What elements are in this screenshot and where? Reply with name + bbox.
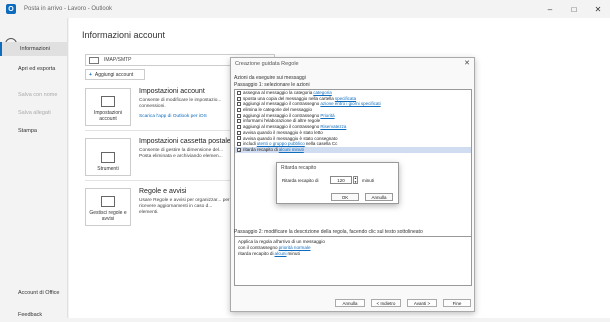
sidebar-item-stampa[interactable]: Stampa [0,124,68,138]
sidebar-item-salva-allegati[interactable]: Salva allegati [0,106,68,120]
maximize-button[interactable]: □ [562,0,586,18]
divider [85,130,235,131]
tools-tile-label: Strumenti [97,166,119,172]
action-checkbox[interactable] [237,142,241,147]
action-checkbox[interactable] [237,96,241,101]
action-text: ritarda recapito di [243,146,278,152]
action-link[interactable]: Riservatezza [320,124,346,130]
action-link[interactable]: alcuni minuti [279,147,304,153]
title-bar: O Posta in arrivo - Lavoro - Outlook – □… [0,0,610,18]
action-checkbox[interactable]: ✓ [237,147,241,152]
finish-button[interactable]: Fine [443,299,471,307]
action-checkbox[interactable] [237,124,241,129]
delay-unit: minuti [362,178,375,183]
sidebar-item-account-office[interactable]: Account di Office [0,288,68,304]
description-tail: minuti [287,251,300,256]
section-desc-account: Consente di modificare le impostazio... … [139,98,222,109]
action-checkbox[interactable] [237,102,241,107]
minimize-button[interactable]: – [538,0,562,18]
account-settings-tile-label: Impostazioni account [93,110,123,122]
cancel-button[interactable]: Annulla [335,299,365,307]
description-link[interactable]: priorità normale [279,245,311,250]
description-text: ritarda recapito di [238,251,274,256]
plus-icon: + [89,71,92,78]
outlook-icon: O [6,4,16,14]
step2-heading: Passaggio 2: modificare la descrizione d… [234,229,423,235]
account-settings-tile[interactable]: Impostazioni account [85,88,131,126]
action-checkbox[interactable] [237,90,241,95]
mail-icon [89,57,99,64]
action-link[interactable]: azione entro i giorni specificati [320,101,380,107]
description-text: con il contrassegno [238,245,278,250]
sidebar-item-apri-esporta[interactable]: Apri ed esporta [0,62,68,76]
page-title: Informazioni account [82,30,166,40]
step1-subheading: Passaggio 1: selezionare le azioni [234,82,310,88]
back-button[interactable]: < Indietro [371,299,401,307]
rule-description-box: Applica la regola all'arrivo di un messa… [234,236,472,286]
manage-rules-tile[interactable]: Gestisci regole e avvisi [85,188,131,226]
section-desc-rules: Usare Regole e avvisi per organizzar... … [139,198,230,215]
delay-label: Ritarda recapito di [282,178,319,183]
rules-icon [101,196,115,207]
add-account-button[interactable]: + Aggiungi account [85,69,145,80]
next-button[interactable]: Avanti > [407,299,437,307]
sidebar-item-informazioni[interactable]: Informazioni [0,42,68,56]
sidebar-item-salva-con-nome[interactable]: Salva con nome [0,88,68,102]
delay-minutes-input[interactable]: 120 [330,176,352,184]
action-checkbox[interactable] [237,107,241,112]
action-link[interactable]: Priorità [320,113,334,119]
step1-heading: Azioni da eseguire sui messaggi [234,75,306,81]
delay-delivery-dialog: Ritarda recapito Ritarda recapito di 120… [276,162,399,204]
description-text: Applica la regola all'arrivo di un messa… [238,239,325,244]
section-title-mailbox: Impostazioni cassetta postale [139,138,231,145]
section-desc-mailbox: Consente di gestire la dimensione del...… [139,148,223,159]
section-title-account: Impostazioni account [139,88,205,95]
divider [85,180,235,181]
description-link[interactable]: alcuni [275,251,287,256]
section-title-rules: Regole e avvisi [139,188,187,195]
backstage-sidebar: ← Informazioni Apri ed esporta Salva con… [0,18,68,318]
account-type: IMAP/SMTP [104,57,132,63]
ok-button[interactable]: OK [331,193,359,201]
ios-app-link[interactable]: Scarica l'app di Outlook per iOS [139,114,207,119]
sidebar-item-feedback[interactable]: Feedback [0,308,68,322]
window-title: Posta in arrivo - Lavoro - Outlook [24,6,113,12]
action-item[interactable]: ✓ ritarda recapito di alcuni minuti [235,146,471,153]
close-window-button[interactable]: ✕ [586,0,610,18]
spin-buttons[interactable]: ▲ ▼ [353,176,358,184]
action-checkbox[interactable] [237,119,241,124]
tools-icon [101,152,115,163]
tools-tile[interactable]: Strumenti [85,138,131,176]
account-settings-icon [101,96,115,107]
manage-rules-tile-label: Gestisci regole e avvisi [89,210,127,222]
action-tail: nella casella Cc [305,141,338,147]
action-checkbox[interactable] [237,113,241,118]
delay-dialog-title: Ritarda recapito [281,165,317,171]
delay-cancel-button[interactable]: Annulla [365,193,393,201]
action-checkbox[interactable] [237,136,241,141]
action-checkbox[interactable] [237,130,241,135]
rules-wizard-title: Creazione guidata Regole [235,61,299,67]
close-icon[interactable]: ✕ [464,59,470,67]
add-account-label: Aggiungi account [94,71,134,78]
description-line: ritarda recapito dialcuniminuti [238,251,468,257]
